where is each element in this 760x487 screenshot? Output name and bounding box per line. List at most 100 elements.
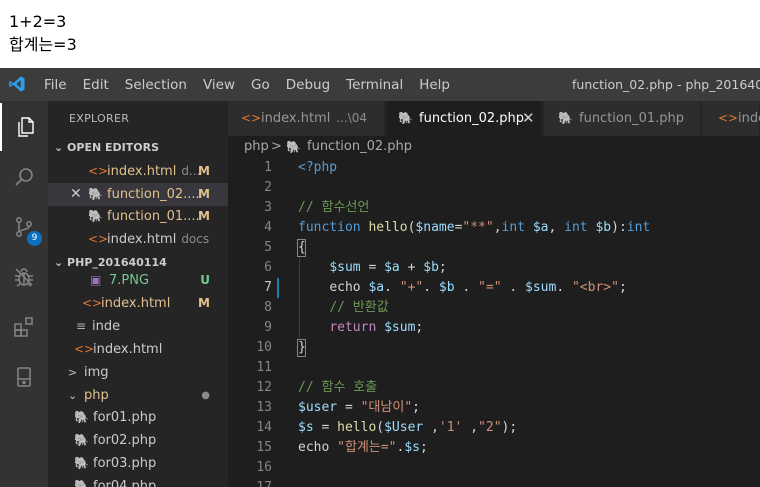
menu-edit[interactable]: Edit xyxy=(83,77,109,93)
file-tree-item[interactable]: 🐘 for01.php xyxy=(48,406,228,429)
vscode-window: File Edit Selection View Go Debug Termin… xyxy=(0,68,760,487)
file-tree-item[interactable]: <> index.html M xyxy=(48,292,228,315)
code-line-1: <?php xyxy=(298,160,338,175)
git-status-badge: M xyxy=(198,187,210,201)
file-lines-icon: ≡ xyxy=(76,319,87,333)
line-number: 10 xyxy=(256,340,272,355)
activity-extensions[interactable] xyxy=(0,303,48,351)
tab-function-01[interactable]: 🐘 function_01.php xyxy=(544,101,701,136)
line-number: 5 xyxy=(264,240,272,255)
breadcrumb-file[interactable]: function_02.php xyxy=(307,136,412,158)
line-number: 4 xyxy=(264,220,272,235)
output-line-1: 1+2=3 xyxy=(9,12,67,31)
output-line-2: 합계는=3 xyxy=(9,35,77,54)
breadcrumb: php > 🐘 function_02.php xyxy=(228,136,760,158)
activity-search[interactable] xyxy=(0,153,48,201)
breadcrumb-folder[interactable]: php xyxy=(244,136,269,158)
line-number-current: 7 xyxy=(264,280,272,295)
php-file-icon: 🐘 xyxy=(74,433,89,447)
file-tree-item[interactable]: <> index.html xyxy=(48,338,228,361)
php-file-icon: 🐘 xyxy=(398,111,413,125)
open-editor-item[interactable]: <> index.html d... M xyxy=(48,160,228,183)
line-number: 17 xyxy=(228,478,272,487)
menu-file[interactable]: File xyxy=(44,77,67,93)
code-line-8: // 반환값 xyxy=(329,300,389,315)
activity-bar: 9 xyxy=(0,101,48,487)
line-number: 12 xyxy=(256,380,272,395)
php-file-icon: 🐘 xyxy=(74,479,89,487)
line-number: 15 xyxy=(256,440,272,455)
html-file-icon: <> xyxy=(82,296,103,310)
php-file-icon: 🐘 xyxy=(74,456,89,470)
line-number: 14 xyxy=(256,420,272,435)
chevron-down-icon: ⌄ xyxy=(68,389,78,402)
git-modified-indicator xyxy=(277,278,279,298)
activity-remote[interactable] xyxy=(0,353,48,401)
open-editor-item[interactable]: <> index.html docs xyxy=(48,228,228,251)
git-status-badge: M xyxy=(198,164,210,178)
html-file-icon: <> xyxy=(74,342,95,356)
image-file-icon: ▣ xyxy=(90,273,102,287)
chevron-right-icon: > xyxy=(68,366,78,379)
tab-index-html[interactable]: <> index.html ...\04 xyxy=(228,101,385,136)
html-file-icon: <> xyxy=(718,111,739,125)
scm-badge: 9 xyxy=(27,231,42,246)
search-icon xyxy=(15,168,33,186)
git-status-badge: M xyxy=(198,209,210,223)
git-status-badge: M xyxy=(198,296,210,310)
menu-bar: File Edit Selection View Go Debug Termin… xyxy=(44,68,466,101)
explorer-title: EXPLORER xyxy=(69,112,130,125)
folder-php[interactable]: ⌄ php ● xyxy=(48,384,228,407)
tab-index[interactable]: <> inde xyxy=(702,101,760,136)
close-icon[interactable]: ✕ xyxy=(522,101,535,136)
modified-dot-icon: ● xyxy=(201,390,210,401)
file-tree-item[interactable]: 🐘 for03.php xyxy=(48,452,228,475)
line-number: 16 xyxy=(256,460,272,475)
menu-view[interactable]: View xyxy=(203,77,235,93)
browser-output: 1+2=3 합계는=3 xyxy=(0,0,760,68)
chevron-down-icon: ⌄ xyxy=(54,256,68,269)
line-number: 1 xyxy=(264,160,272,175)
code-line-7: echo $a. "+". $b . "=" . $sum. "<br>"; xyxy=(329,280,627,295)
open-editor-item[interactable]: ✕ 🐘 function_02.... M xyxy=(48,183,228,206)
code-line-3: // 함수선언 xyxy=(298,200,370,215)
remote-icon xyxy=(17,367,31,387)
activity-source-control[interactable]: 9 xyxy=(0,203,48,251)
git-status-badge: U xyxy=(200,273,210,287)
extensions-icon xyxy=(14,317,33,337)
code-line-5: { xyxy=(298,240,306,255)
menu-go[interactable]: Go xyxy=(251,77,270,93)
html-file-icon: <> xyxy=(241,111,262,125)
vscode-logo-icon xyxy=(9,76,25,92)
activity-debug[interactable] xyxy=(0,253,48,301)
line-number: 6 xyxy=(264,260,272,275)
explorer-icon xyxy=(18,117,34,137)
explorer-sidebar: EXPLORER ⌄ OPEN EDITORS <> index.html d..… xyxy=(48,101,228,487)
close-icon[interactable]: ✕ xyxy=(70,183,82,206)
php-file-icon: 🐘 xyxy=(88,209,103,223)
code-line-14: $s = hello($User ,'1' ,"2"); xyxy=(298,420,518,435)
code-line-6: $sum = $a + $b; xyxy=(329,260,447,275)
menu-debug[interactable]: Debug xyxy=(286,77,330,93)
chevron-down-icon: ⌄ xyxy=(54,141,68,154)
file-tree-item[interactable]: ≡ inde xyxy=(48,315,228,338)
open-editor-item[interactable]: 🐘 function_01.... M xyxy=(48,205,228,228)
file-tree-item[interactable]: 🐘 for02.php xyxy=(48,429,228,452)
activity-explorer[interactable] xyxy=(0,103,48,151)
folder-img[interactable]: > img xyxy=(48,361,228,384)
file-tree-item[interactable]: 🐘 for04.php xyxy=(48,475,228,487)
file-tree-item[interactable]: ▣ 7.PNG U xyxy=(48,269,228,292)
php-file-icon: 🐘 xyxy=(88,187,103,201)
code-editor[interactable]: 1 2 3 4 5 6 7 8 9 10 11 12 13 14 15 16 1… xyxy=(228,158,760,487)
menu-terminal[interactable]: Terminal xyxy=(346,77,403,93)
line-number: 8 xyxy=(264,300,272,315)
code-line-13: $user = "대남이"; xyxy=(298,400,420,415)
line-number: 3 xyxy=(264,200,272,215)
code-line-4: function hello($name="**",int $a, int $b… xyxy=(298,220,651,235)
line-number: 9 xyxy=(264,320,272,335)
menu-selection[interactable]: Selection xyxy=(125,77,187,93)
code-line-9: return $sum; xyxy=(329,320,424,335)
menu-help[interactable]: Help xyxy=(419,77,450,93)
open-editors-header[interactable]: ⌄ OPEN EDITORS xyxy=(48,137,228,159)
tab-function-02[interactable]: 🐘 function_02.php ✕ xyxy=(386,101,543,136)
